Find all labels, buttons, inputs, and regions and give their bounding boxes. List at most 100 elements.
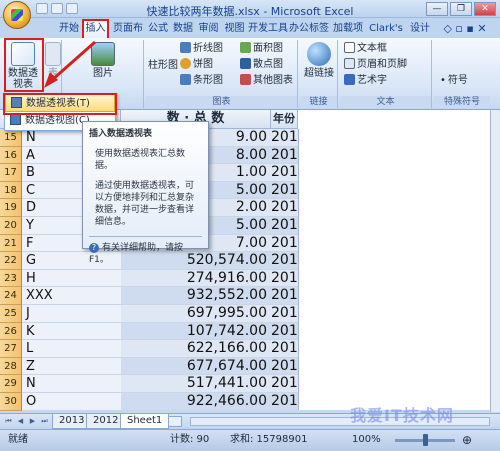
table-cell-item[interactable]: O [22, 393, 121, 411]
special-symbols-group: • 符号 特殊符号 [434, 40, 490, 108]
row-header[interactable]: 22 [0, 252, 22, 270]
table-cell-year[interactable]: 2012 [271, 287, 298, 305]
table-cell-year[interactable]: 2012 [271, 252, 298, 270]
tab-office-tab[interactable]: 办公标签 [289, 21, 329, 38]
row-header[interactable]: 26 [0, 322, 22, 341]
row-header[interactable]: 17 [0, 164, 22, 182]
header-footer-button[interactable]: 页眉和页脚 [344, 58, 407, 72]
close-button[interactable]: ✕ [474, 2, 496, 16]
row-header[interactable]: 27 [0, 340, 22, 358]
row-header[interactable]: 25 [0, 305, 22, 323]
row-header[interactable]: 21 [0, 234, 22, 253]
tooltip-help: ? 有关详细帮助，请按 F1。 [89, 236, 202, 266]
watermark: 我爱IT技术网 [350, 406, 454, 425]
tab-insert[interactable]: 插入 [82, 19, 109, 38]
pivot-chart-menu-label: 数据透视图(C) [25, 115, 90, 126]
row-header[interactable]: 19 [0, 199, 22, 217]
table-cell-value[interactable]: 622,166.00 [121, 340, 271, 358]
zoom-level[interactable]: 100% [352, 430, 381, 450]
maximize-button[interactable]: ❐ [450, 2, 472, 16]
insert-sheet-icon[interactable] [168, 416, 182, 427]
table-cell-item[interactable]: N [22, 375, 121, 393]
row-header[interactable]: 23 [0, 269, 22, 288]
zoom-slider-thumb[interactable] [423, 434, 428, 446]
table-cell-year[interactable]: 2012 [271, 234, 298, 253]
table-cell-item[interactable]: H [22, 269, 121, 288]
table-cell-value[interactable]: 697,995.00 [121, 305, 271, 323]
row-header[interactable]: 29 [0, 375, 22, 393]
table-cell-value[interactable]: 107,742.00 [121, 322, 271, 341]
text-group: 文本框 页眉和页脚 艺术字 文本 [340, 40, 432, 108]
last-sheet-icon[interactable]: ⏭ [39, 416, 50, 427]
charts-group-label: 图表 [146, 96, 297, 108]
table-cell-year[interactable]: 2012 [271, 181, 298, 200]
scatter-chart-button[interactable]: 散点图 [240, 58, 283, 72]
vertical-scrollbar[interactable] [490, 110, 500, 412]
table-cell-year[interactable]: 2012 [271, 269, 298, 288]
table-cell-item[interactable]: K [22, 322, 121, 341]
table-cell-year[interactable]: 2012 [271, 393, 298, 411]
tab-design[interactable]: 设计 [407, 21, 433, 38]
table-cell-item[interactable]: J [22, 305, 121, 323]
next-sheet-icon[interactable]: ▶ [27, 416, 38, 427]
column-c-filter-header[interactable]: 年份 [271, 110, 298, 129]
column-chart-button[interactable]: 柱形图 [148, 60, 178, 71]
table-cell-year[interactable]: 2013 [271, 146, 298, 165]
row-header[interactable]: 24 [0, 287, 22, 305]
hyperlink-button[interactable]: 超链接 [302, 42, 336, 79]
table-cell-year[interactable]: 2012 [271, 340, 298, 358]
row-header[interactable]: 30 [0, 393, 22, 411]
sheet-tab-sheet1[interactable]: Sheet1 [120, 414, 170, 429]
area-chart-button[interactable]: 面积图 [240, 42, 283, 56]
table-cell-value[interactable]: 677,674.00 [121, 357, 271, 376]
table-cell-year[interactable]: 2012 [271, 322, 298, 341]
tab-developer[interactable]: 开发工具 [248, 21, 288, 38]
table-cell-value[interactable]: 922,466.00 [121, 393, 271, 411]
empty-columns-area[interactable] [298, 129, 492, 410]
tab-data[interactable]: 数据 [171, 21, 195, 38]
table-cell-year[interactable]: 2012 [271, 305, 298, 323]
row-header[interactable]: 18 [0, 181, 22, 200]
bar-chart-button[interactable]: 条形图 [180, 74, 223, 88]
symbol-button[interactable]: • 符号 [440, 74, 468, 88]
other-charts-button[interactable]: 其他图表 [240, 74, 293, 88]
first-sheet-icon[interactable]: ⏮ [3, 416, 14, 427]
zoom-in-icon[interactable]: ⊕ [462, 430, 472, 450]
table-cell-value[interactable]: 932,552.00 [121, 287, 271, 305]
tab-review[interactable]: 审阅 [196, 21, 221, 38]
textbox-button[interactable]: 文本框 [344, 42, 387, 56]
row-header[interactable]: 15 [0, 129, 22, 147]
table-cell-value[interactable]: 517,441.00 [121, 375, 271, 393]
tab-home[interactable]: 开始 [56, 21, 82, 38]
area-chart-icon [240, 42, 251, 53]
tab-view[interactable]: 视图 [222, 21, 247, 38]
row-header[interactable]: 20 [0, 217, 22, 235]
table-cell-year[interactable]: 2012 [271, 375, 298, 393]
row-header[interactable]: 28 [0, 357, 22, 376]
pie-chart-button[interactable]: 饼图 [180, 58, 213, 72]
tab-page-layout[interactable]: 页面布局 [111, 21, 145, 38]
minimize-button[interactable]: — [426, 2, 448, 16]
table-cell-year[interactable]: 2012 [271, 357, 298, 376]
table-cell-item[interactable]: L [22, 340, 121, 358]
wordart-icon [344, 74, 355, 85]
textbox-label: 文本框 [357, 43, 387, 54]
table-cell-year[interactable]: 2012 [271, 217, 298, 235]
row-header[interactable]: 16 [0, 146, 22, 165]
table-cell-year[interactable]: 2012 [271, 199, 298, 217]
line-chart-button[interactable]: 折线图 [180, 42, 223, 56]
table-cell-year[interactable]: 2012 [271, 164, 298, 182]
ribbon-help-icons[interactable]: ◇ ▫ ▪ ✕ [440, 21, 490, 38]
prev-sheet-icon[interactable]: ◀ [15, 416, 26, 427]
wordart-button[interactable]: 艺术字 [344, 74, 387, 88]
line-chart-icon [180, 42, 191, 53]
window-title: 快速比较两年数据.xlsx - Microsoft Excel [146, 5, 354, 18]
office-button[interactable] [3, 1, 31, 29]
table-cell-year[interactable]: 2013 [271, 129, 298, 147]
table-cell-value[interactable]: 274,916.00 [121, 269, 271, 288]
tab-addins[interactable]: 加载项 [331, 21, 365, 38]
tab-clarks[interactable]: Clark's [366, 21, 406, 38]
tab-formulas[interactable]: 公式 [146, 21, 170, 38]
table-cell-item[interactable]: XXX [22, 287, 121, 305]
table-cell-item[interactable]: Z [22, 357, 121, 376]
